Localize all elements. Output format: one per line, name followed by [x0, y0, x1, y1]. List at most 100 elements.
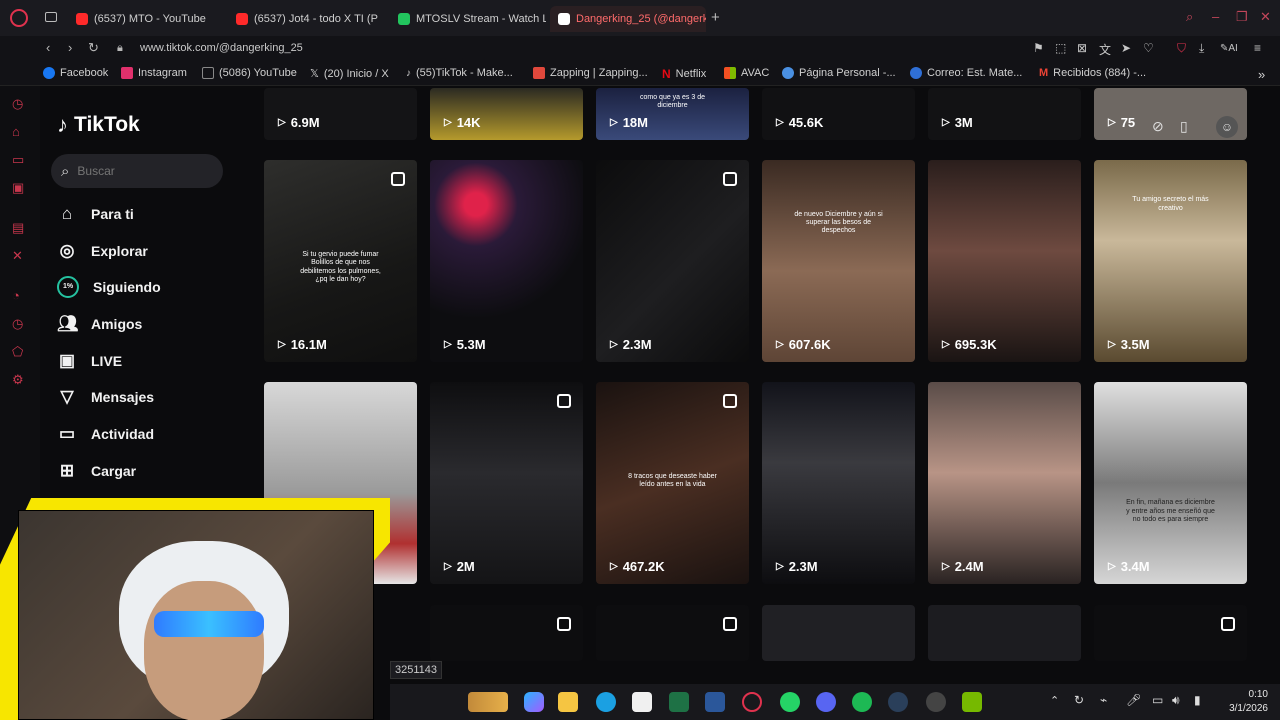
twitch-panel-icon[interactable]: ▤ — [12, 220, 24, 236]
video-card[interactable]: Si tu gervio puede fumar Bolillos de que… — [264, 160, 417, 362]
download-icon[interactable]: ⤓ — [1199, 41, 1204, 56]
bookmark-x[interactable]: 𝕏 (20) Inicio / X — [310, 67, 389, 81]
word-icon[interactable] — [705, 692, 725, 712]
nav-live[interactable]: ▣ LIVE — [57, 349, 122, 373]
forward-icon[interactable]: › — [68, 40, 72, 55]
bookmark-netflix[interactable]: N Netflix — [662, 67, 706, 81]
video-card[interactable]: ▷ 3M — [928, 88, 1081, 140]
search-tabs-icon[interactable]: ⌕ — [1186, 9, 1193, 25]
video-card[interactable]: ▷ 695.3K — [928, 160, 1081, 362]
video-card[interactable]: ▷ 2M — [430, 382, 583, 584]
store-icon[interactable] — [632, 692, 652, 712]
bookmarks-panel-icon[interactable]: ▭ — [12, 152, 24, 168]
url-field[interactable]: www.tiktok.com/@dangerking_25 — [140, 42, 303, 54]
nav-amigos[interactable]: 👥︎ Amigos — [57, 312, 142, 336]
copilot-icon[interactable] — [524, 692, 544, 712]
mail-panel-icon[interactable]: ▣ — [12, 180, 24, 196]
bookmark-facebook[interactable]: Facebook — [43, 67, 108, 79]
edge-icon[interactable] — [596, 692, 616, 712]
video-card[interactable]: 8 tracos que deseaste haber leído antes … — [596, 382, 749, 584]
video-card[interactable]: ▷ 5.3M — [430, 160, 583, 362]
bookmark-youtube[interactable]: (5086) YouTube — [202, 67, 297, 79]
video-card[interactable]: como que ya es 3 de diciembre ▷ 18M — [596, 88, 749, 140]
obs-icon[interactable] — [926, 692, 946, 712]
video-card[interactable]: de nuevo Diciembre y aún si superar las … — [762, 160, 915, 362]
search-input[interactable] — [77, 164, 198, 178]
compass-float-icon[interactable]: ⊘ — [1152, 118, 1164, 135]
heart-icon[interactable]: ♡ — [1143, 41, 1154, 55]
video-card[interactable] — [928, 605, 1081, 661]
bookmark-instagram[interactable]: Instagram — [121, 67, 187, 79]
screenshot-icon[interactable]: ⬚ — [1055, 41, 1066, 55]
bookmark-correo[interactable]: Correo: Est. Mate... — [910, 67, 1022, 79]
bookmark-tiktok[interactable]: ♪ (55)TikTok - Make... — [406, 67, 513, 79]
tab-tiktok-active[interactable]: Dangerking_25 (@dangerk — [550, 6, 706, 32]
send-icon[interactable]: ➤ — [1121, 41, 1131, 55]
volume-icon[interactable]: 🔊︎ — [1172, 693, 1180, 708]
video-card[interactable]: ▷ 2.3M — [762, 382, 915, 584]
video-card[interactable] — [430, 605, 583, 661]
video-card[interactable] — [596, 605, 749, 661]
nav-explorar[interactable]: ◎ Explorar — [57, 239, 148, 263]
bookmark-gmail[interactable]: M Recibidos (884) -... — [1039, 67, 1146, 79]
whatsapp-icon[interactable] — [780, 692, 800, 712]
tab-youtube-mto[interactable]: (6537) MTO - YouTube — [68, 6, 228, 32]
tray-chevron-icon[interactable]: ⌃ — [1050, 694, 1059, 707]
browser-logo-icon[interactable] — [10, 9, 28, 27]
tiktok-logo[interactable]: ♪ TikTok — [57, 112, 140, 138]
maximize-icon[interactable]: ❐ — [1236, 9, 1248, 25]
menu-icon[interactable]: ≡ — [1254, 41, 1261, 55]
video-card[interactable]: ▷ 2.3M — [596, 160, 749, 362]
opera-gx-icon[interactable] — [742, 692, 762, 712]
bag-icon[interactable]: ⛉ — [1177, 41, 1186, 56]
video-card[interactable]: ▷ 45.6K — [762, 88, 915, 140]
reload-icon[interactable]: ↻ — [88, 40, 99, 56]
x-panel-icon[interactable]: ✕ — [12, 248, 23, 264]
ai-icon[interactable]: ✎AI — [1220, 43, 1238, 54]
battery-icon[interactable]: ▮ — [1194, 693, 1201, 707]
excel-icon[interactable] — [669, 692, 689, 712]
file-explorer-icon[interactable] — [558, 692, 578, 712]
spotify-icon[interactable] — [852, 692, 872, 712]
nav-mensajes[interactable]: ▽ Mensajes — [57, 385, 154, 409]
settings-panel-icon[interactable]: ⚙ — [12, 372, 24, 388]
video-card[interactable] — [762, 605, 915, 661]
video-card[interactable]: ▷ 14K — [430, 88, 583, 140]
reading-list-icon[interactable]: ⌂ — [12, 124, 20, 139]
tray-network-icon[interactable]: ⌁ — [1100, 693, 1107, 707]
display-icon[interactable]: ▭ — [1152, 693, 1163, 707]
bookmark-pagina-personal[interactable]: Página Personal -... — [782, 67, 896, 79]
steam-icon[interactable] — [888, 692, 908, 712]
bookmark-zapping[interactable]: Zapping | Zapping... — [533, 67, 648, 79]
back-icon[interactable]: ‹ — [46, 40, 50, 55]
close-icon[interactable]: ✕ — [1260, 9, 1271, 25]
clock-panel-icon[interactable]: ◷ — [12, 316, 23, 332]
profile-avatar-icon[interactable]: ☺ — [1216, 116, 1238, 138]
video-card[interactable]: En fin, mañana es diciembre y entre años… — [1094, 382, 1247, 584]
tab-youtube-jot4[interactable]: (6537) Jot4 - todo X TI (P — [228, 6, 388, 32]
video-card[interactable]: ▷ 6.9M — [264, 88, 417, 140]
tray-sync-icon[interactable]: ↻ — [1074, 693, 1084, 707]
system-clock[interactable]: 0:10 3/1/2026 — [1229, 688, 1268, 716]
search-widget-icon[interactable] — [468, 692, 508, 712]
shield-icon[interactable]: ⊠ — [1077, 41, 1087, 55]
new-tab-button[interactable]: + — [711, 9, 720, 26]
video-card[interactable]: ▷ 2.4M — [928, 382, 1081, 584]
tab-list-icon[interactable] — [45, 12, 57, 22]
microphone-icon[interactable]: 🎤︎ — [1126, 693, 1141, 707]
speed-dial-icon[interactable]: ◷ — [12, 96, 23, 112]
pin-icon[interactable]: ⚑ — [1033, 41, 1044, 55]
nvidia-icon[interactable] — [962, 692, 982, 712]
mobile-icon[interactable]: ▯ — [1180, 118, 1188, 135]
video-card[interactable]: Tu amigo secreto el más creativo ▷ 3.5M — [1094, 160, 1247, 362]
search-box[interactable]: ⌕ — [51, 154, 223, 188]
extensions-panel-icon[interactable]: ⬠ — [12, 344, 23, 360]
nav-actividad[interactable]: ▭ Actividad — [57, 422, 154, 446]
nav-para-ti[interactable]: ⌂ Para ti — [57, 202, 134, 226]
translate-icon[interactable]: 文 — [1099, 41, 1111, 58]
nav-cargar[interactable]: ⊞ Cargar — [57, 459, 136, 483]
history-icon[interactable]: ◔ — [12, 288, 20, 303]
nav-siguiendo[interactable]: 1% Siguiendo — [57, 275, 161, 299]
bookmarks-more-icon[interactable]: » — [1258, 67, 1265, 82]
tab-kick-stream[interactable]: MTOSLV Stream - Watch L — [390, 6, 546, 32]
